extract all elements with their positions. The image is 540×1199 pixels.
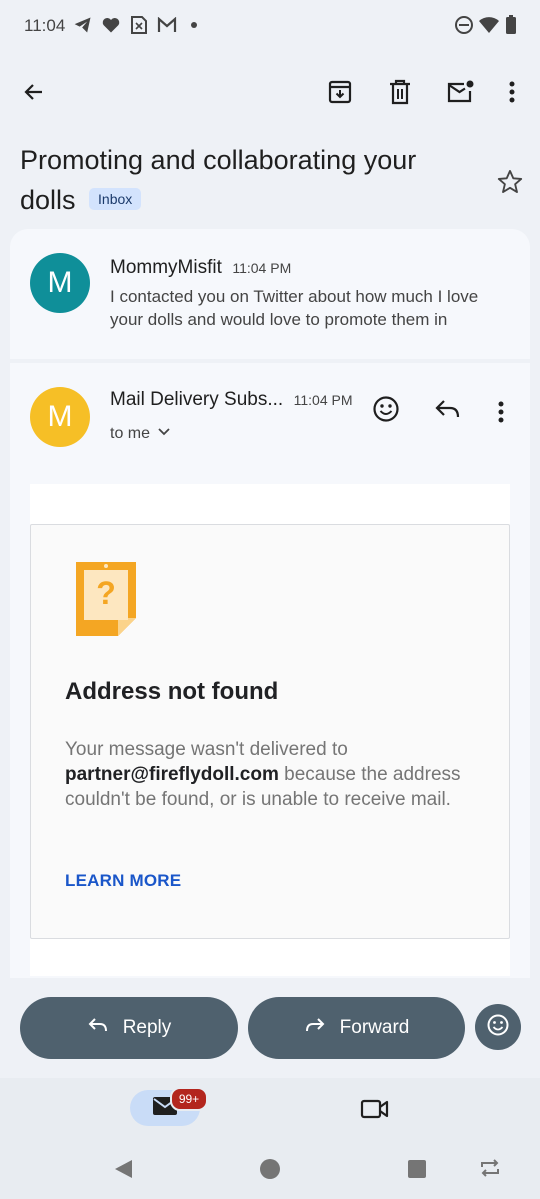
avatar-letter: M [47, 400, 73, 433]
message-time: 11:04 PM [293, 392, 353, 408]
forward-label: Forward [339, 1017, 410, 1038]
learn-more-link[interactable]: LEARN MORE [65, 871, 181, 891]
reply-label: Reply [122, 1017, 172, 1038]
avatar-letter: M [47, 266, 73, 299]
message-time: 11:04 PM [232, 260, 292, 276]
dot-icon [183, 14, 205, 36]
archive-icon [327, 79, 353, 110]
system-recents-button[interactable] [407, 1159, 427, 1184]
star-icon [496, 169, 524, 200]
rotate-icon [478, 1159, 502, 1183]
status-time: 11:04 [24, 16, 66, 35]
reply-icon [434, 400, 462, 425]
emoji-icon [372, 396, 400, 427]
unread-badge: 99+ [170, 1087, 208, 1111]
inbox-label-chip[interactable]: Inbox [89, 187, 142, 210]
forward-icon [304, 1016, 326, 1040]
system-back-button[interactable] [112, 1158, 134, 1185]
delete-icon [388, 79, 412, 110]
heart-icon [100, 14, 122, 36]
video-icon [360, 1099, 390, 1125]
message-header: MommyMisfit 11:04 PM [110, 257, 291, 279]
star-button[interactable] [496, 168, 524, 201]
address-not-found-icon: ? [74, 560, 138, 645]
sender-name: MommyMisfit [110, 257, 222, 278]
back-button[interactable] [12, 72, 56, 116]
message-snippet: I contacted you on Twitter about how muc… [110, 287, 479, 329]
gmail-icon [156, 14, 178, 36]
archive-button[interactable] [318, 72, 362, 116]
avatar[interactable]: M [30, 387, 90, 447]
delete-button[interactable] [378, 72, 422, 116]
more-vert-icon [498, 401, 504, 427]
home-circle-icon [259, 1159, 281, 1184]
reply-action-button[interactable]: Reply [20, 997, 238, 1059]
avatar[interactable]: M [30, 253, 90, 313]
mark-unread-icon [446, 80, 474, 109]
recipient-details-toggle[interactable]: to me [110, 423, 172, 444]
react-emoji-button[interactable] [475, 1004, 521, 1050]
bounce-text-start: Your message wasn't delivered to [65, 739, 348, 760]
message-card-collapsed[interactable]: M MommyMisfit 11:04 PM I contacted you o… [10, 229, 530, 359]
svg-text:?: ? [96, 575, 116, 611]
recipient-text: to me [110, 424, 151, 442]
add-reaction-button[interactable] [372, 395, 400, 428]
recents-square-icon [407, 1160, 427, 1183]
rotate-button[interactable] [478, 1157, 502, 1184]
more-vert-icon [509, 81, 515, 108]
emoji-icon [486, 1013, 510, 1042]
message-header: Mail Delivery Subs... 11:04 PM [110, 389, 353, 411]
forward-action-button[interactable]: Forward [248, 997, 465, 1059]
bounce-address: partner@fireflydoll.com [65, 764, 279, 785]
reply-icon [87, 1016, 109, 1040]
bounce-description: Your message wasn't delivered to partner… [65, 737, 485, 812]
nav-meet[interactable] [360, 1097, 390, 1126]
do-not-disturb-icon [453, 14, 475, 36]
wifi-icon [478, 14, 500, 36]
system-home-button[interactable] [259, 1158, 281, 1185]
chevron-down-icon [156, 423, 172, 444]
arrow-back-icon [22, 80, 46, 109]
sender-name: Mail Delivery Subs... [110, 389, 284, 410]
reply-button[interactable] [434, 397, 462, 426]
subject-text: Promoting and collaborating your dolls [20, 145, 417, 215]
sim-icon [128, 14, 150, 36]
message-more-button[interactable] [498, 401, 504, 428]
battery-icon [500, 14, 522, 36]
bounce-title: Address not found [65, 678, 279, 705]
telegram-icon [72, 14, 94, 36]
triangle-back-icon [112, 1160, 134, 1184]
more-options-button[interactable] [490, 72, 534, 116]
mark-unread-button[interactable] [438, 72, 482, 116]
email-subject: Promoting and collaborating your dolls I… [20, 140, 470, 220]
